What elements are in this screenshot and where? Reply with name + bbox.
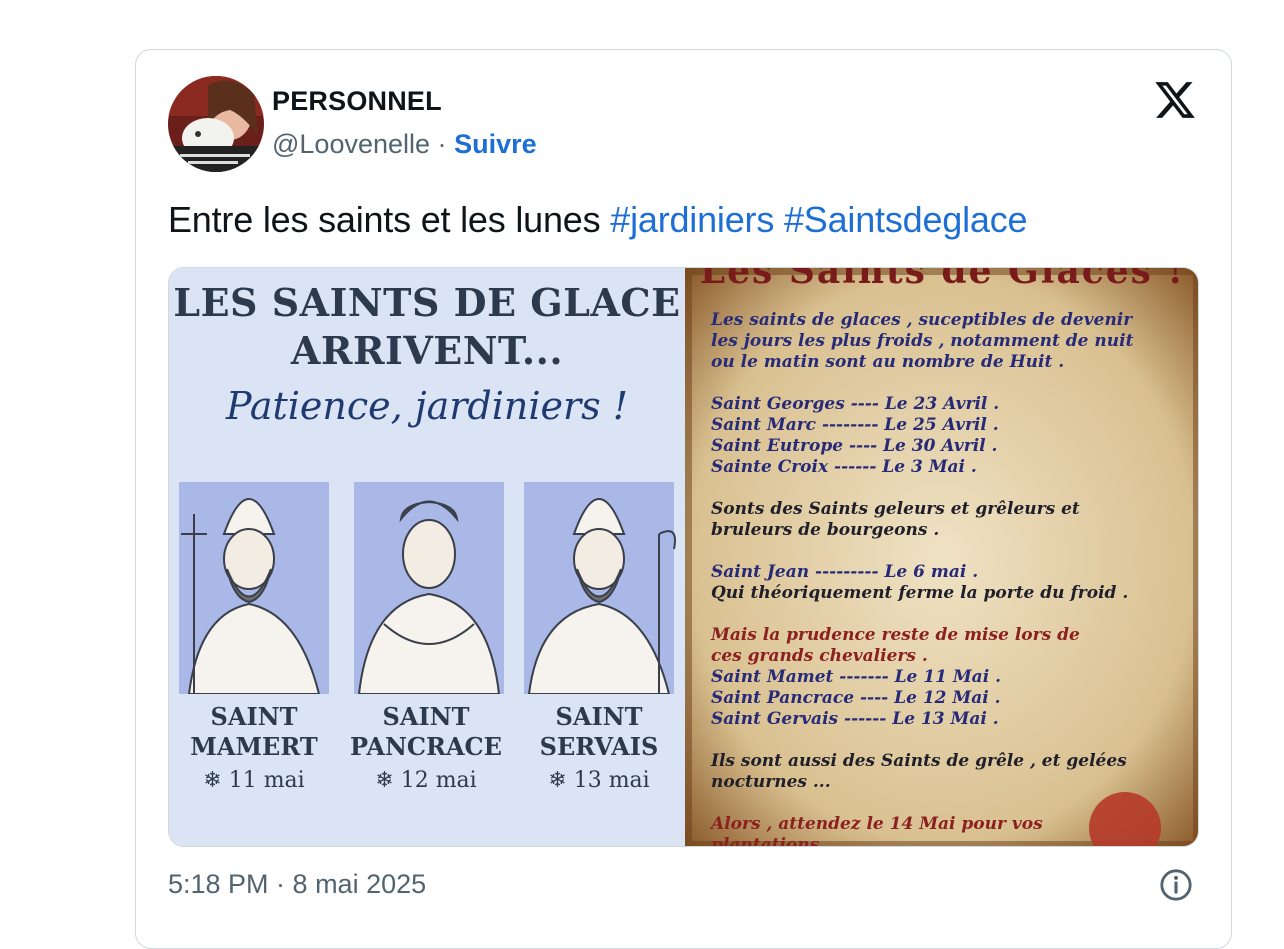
media-right-panel: Les Saints de Glaces ! Les saints de gla… bbox=[685, 267, 1198, 847]
tweet-text: Entre les saints et les lunes #jardinier… bbox=[168, 199, 1028, 241]
glace-title-line1: LES SAINTS DE GLACE bbox=[173, 280, 681, 325]
parchment-line: nocturnes ... bbox=[711, 772, 831, 792]
parchment-line: Ils sont aussi des Saints de grêle , et … bbox=[711, 751, 1127, 771]
parchment-line: Sonts des Saints geleurs et grêleurs et bbox=[711, 499, 1080, 519]
saint-mamert-label: SAINT MAMERT bbox=[169, 702, 339, 762]
saint-3-line1: SAINT bbox=[555, 702, 643, 731]
parchment-line: Mais la prudence reste de mise lors de bbox=[711, 625, 1080, 645]
handle-row: @Loovenelle · Suivre bbox=[272, 129, 537, 160]
handle[interactable]: @Loovenelle bbox=[272, 129, 430, 159]
avatar[interactable] bbox=[168, 76, 264, 172]
saint-2-line1: SAINT bbox=[382, 702, 470, 731]
parchment-line: Saint Jean --------- Le 6 mai . bbox=[711, 562, 979, 582]
parchment-line: Saint Gervais ------ Le 13 Mai . bbox=[711, 709, 999, 729]
saint-2-line2: PANCRACE bbox=[350, 732, 502, 761]
parchment-title: Les Saints de Glaces ! bbox=[699, 267, 1186, 292]
parchment-line: Saint Georges ---- Le 23 Avril . bbox=[711, 394, 1000, 414]
parchment-line: Saint Mamet ------- Le 11 Mai . bbox=[711, 667, 1001, 687]
separator: · bbox=[437, 129, 447, 159]
saint-3-date: ❄ 13 mai bbox=[548, 768, 650, 793]
parchment-line: Qui théoriquement ferme la porte du froi… bbox=[711, 583, 1129, 603]
x-logo-icon[interactable] bbox=[1152, 78, 1198, 122]
parchment-line: Alors , attendez le 14 Mai pour vos bbox=[711, 814, 1043, 834]
parchment-line: Les saints de glaces , suceptibles de de… bbox=[711, 310, 1133, 330]
tweet-media[interactable]: LES SAINTS DE GLACE ARRIVENT... Patience… bbox=[168, 267, 1199, 847]
saint-3-line2: SERVAIS bbox=[539, 732, 659, 761]
tweet-body: Entre les saints et les lunes bbox=[168, 199, 601, 240]
saint-1-line1: SAINT bbox=[210, 702, 298, 731]
parchment-line: bruleurs de bourgeons . bbox=[711, 520, 940, 540]
hashtag-jardiniers[interactable]: #jardiniers bbox=[610, 199, 774, 240]
display-name[interactable]: PERSONNEL bbox=[272, 86, 442, 117]
saint-1-line2: MAMERT bbox=[190, 732, 318, 761]
parchment-line: ou le matin sont au nombre de Huit . bbox=[711, 352, 1065, 372]
info-icon[interactable] bbox=[1159, 868, 1193, 902]
media-left-panel: LES SAINTS DE GLACE ARRIVENT... Patience… bbox=[169, 268, 685, 846]
parchment-line: plantations . bbox=[711, 835, 832, 847]
parchment-line: Sainte Croix ------ Le 3 Mai . bbox=[711, 457, 977, 477]
parchment-line: Saint Marc -------- Le 25 Avril . bbox=[711, 415, 999, 435]
saint-servais-label: SAINT SERVAIS bbox=[514, 702, 684, 762]
glace-subtitle: Patience, jardiniers ! bbox=[225, 384, 629, 428]
saints-illustration bbox=[179, 482, 676, 694]
glace-title-line2: ARRIVENT... bbox=[290, 328, 564, 373]
saint-2-date: ❄ 12 mai bbox=[375, 768, 477, 793]
parchment-line: Saint Pancrace ---- Le 12 Mai . bbox=[711, 688, 1001, 708]
saint-1-date: ❄ 11 mai bbox=[203, 768, 305, 793]
parchment-line: ces grands chevaliers . bbox=[711, 646, 928, 666]
tweet-timestamp[interactable]: 5:18 PM · 8 mai 2025 bbox=[168, 869, 426, 900]
follow-button[interactable]: Suivre bbox=[454, 129, 537, 159]
hashtag-saintsdeglace[interactable]: #Saintsdeglace bbox=[784, 199, 1028, 240]
parchment-line: Saint Eutrope ---- Le 30 Avril . bbox=[711, 436, 998, 456]
saint-pancrace-label: SAINT PANCRACE bbox=[341, 702, 511, 762]
parchment-line: les jours les plus froids , notamment de… bbox=[711, 331, 1134, 351]
